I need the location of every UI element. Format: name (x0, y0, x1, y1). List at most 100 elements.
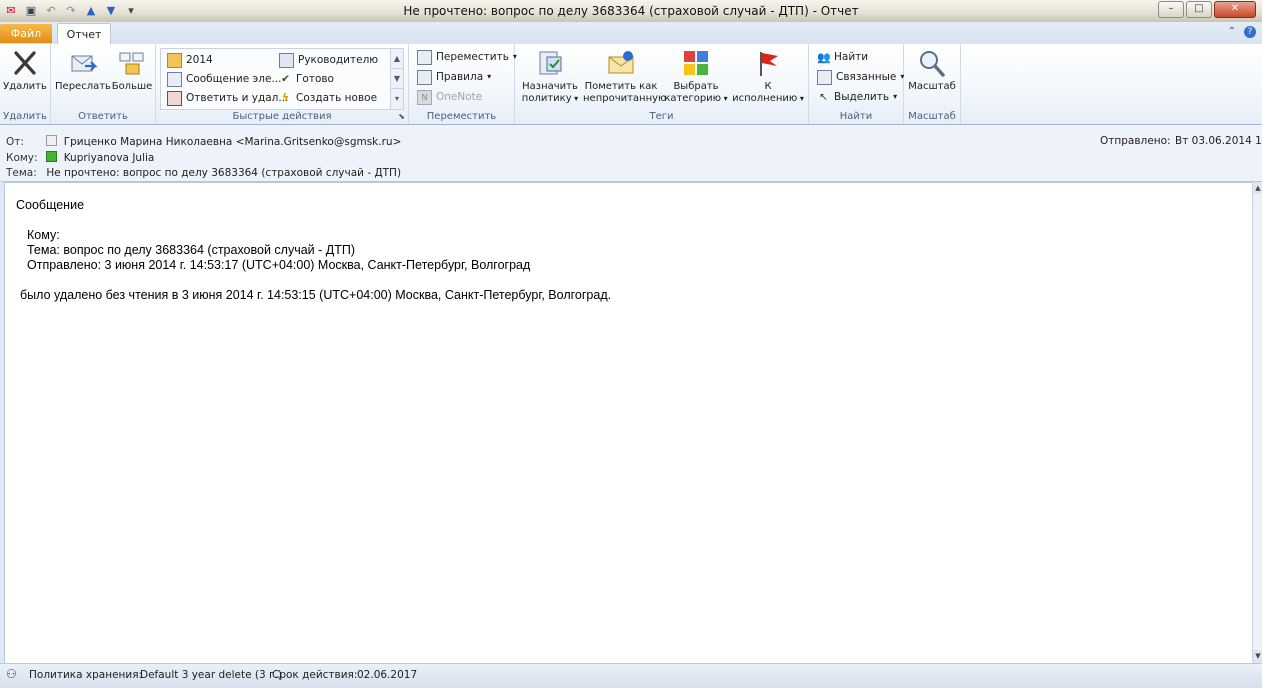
zoom-button[interactable]: Масштаб (906, 48, 958, 93)
magnifier-icon (920, 51, 945, 77)
from-label: От: (6, 136, 24, 148)
to-value[interactable]: Kupriyanova Julia (64, 152, 155, 164)
quick-steps-gallery: 2014 Руководителю Сообщение эле... ✔ Гот… (160, 48, 404, 110)
delete-group-label: Удалить (3, 111, 47, 122)
more-button[interactable]: Больше (111, 48, 153, 93)
onenote-icon: N (417, 89, 432, 105)
quick-step-label: Создать новое (296, 92, 378, 104)
move-group: Переместить ▾ Правила ▾ N OneNote Переме… (409, 44, 517, 124)
scroll-up-icon[interactable]: ▲ (391, 49, 403, 69)
quick-step-label: Ответить и удал... (186, 92, 289, 104)
quick-step-reply-delete[interactable]: Ответить и удал... (167, 90, 288, 106)
quick-step-done[interactable]: ✔ Готово (279, 71, 334, 87)
related-icon (817, 69, 832, 85)
find-button[interactable]: 👥 Найти (817, 49, 868, 65)
minimize-button[interactable]: – (1158, 1, 1184, 18)
presence-unknown-icon (46, 135, 58, 146)
dropdown-arrow-icon: ▾ (487, 72, 492, 81)
onenote-button[interactable]: N OneNote (417, 89, 482, 105)
minimize-ribbon-icon[interactable]: ⌃ (1228, 26, 1236, 38)
vertical-scrollbar[interactable]: ▲ ▼ (1252, 182, 1262, 662)
policy-icon (539, 51, 562, 75)
people-pane-icon[interactable]: ⚇ (6, 667, 17, 681)
rules-icon (417, 69, 432, 85)
mark-unread-label-1: Пометить как (584, 81, 658, 92)
ribbon-controls: ⌃ ? (1228, 26, 1256, 38)
expiry-label: Срок действия: (272, 669, 358, 681)
related-label: Связанные (836, 71, 897, 83)
scroll-down-icon[interactable]: ▼ (391, 69, 403, 89)
mark-unread-button[interactable]: Пометить как непрочитанную (583, 48, 666, 105)
forward-button[interactable]: Переслать (55, 48, 111, 93)
rules-button[interactable]: Правила ▾ (417, 69, 491, 85)
message-header: От: Гриценко Марина Николаевна <Marina.G… (0, 125, 1262, 182)
ribbon-tabs: Файл Отчет ⌃ ? (0, 22, 1262, 45)
more-button-label: Больше (111, 81, 153, 92)
move-label: Переместить (436, 51, 509, 63)
dropdown-arrow-icon: ▾ (571, 94, 579, 103)
assign-policy-label-1: Назначить (522, 81, 578, 92)
team-email-icon (167, 71, 182, 87)
followup-label-1: К (764, 81, 772, 92)
presence-online-icon (46, 151, 58, 162)
expiry-value: 02.06.2017 (357, 669, 418, 681)
zoom-group: Масштаб Масштаб (904, 44, 961, 124)
assign-policy-button[interactable]: Назначить политику ▾ (519, 48, 581, 105)
more-respond-icon (119, 52, 144, 75)
delete-button[interactable]: Удалить (2, 48, 48, 93)
quick-steps-group-label: Быстрые действия (232, 111, 332, 122)
quick-step-2014[interactable]: 2014 (167, 52, 213, 68)
quick-step-label: 2014 (186, 54, 213, 66)
quick-step-manager[interactable]: Руководителю (279, 52, 378, 68)
move-icon (417, 49, 432, 65)
status-bar: ⚇ Политика хранения: Default 3 year dele… (0, 663, 1262, 688)
quick-step-label: Руководителю (298, 54, 379, 66)
categorize-label-2: категорию (664, 93, 722, 104)
body-sent-line: Отправлено: 3 июня 2014 г. 14:53:17 (UTC… (27, 258, 531, 272)
related-button[interactable]: Связанные ▾ (817, 69, 904, 85)
title-bar: ✉ ▣ ↶ ↷ ▲ ▼ ▾ Не прочтено: вопрос по дел… (0, 0, 1262, 23)
window-controls: – □ ✕ (1158, 1, 1256, 18)
find-group: 👥 Найти Связанные ▾ ↖ Выделить ▾ Найти (809, 44, 904, 124)
from-value[interactable]: Гриценко Марина Николаевна <Marina.Grits… (64, 136, 402, 148)
quick-step-create-new[interactable]: ϟ Создать новое (279, 90, 377, 106)
respond-group-label: Ответить (78, 111, 128, 122)
scroll-down-icon[interactable]: ▼ (1253, 650, 1262, 662)
quick-step-team-email[interactable]: Сообщение эле... (167, 71, 281, 87)
quick-step-label: Готово (296, 73, 334, 85)
maximize-button[interactable]: □ (1186, 1, 1212, 18)
tab-report[interactable]: Отчет (57, 23, 111, 45)
people-icon: 👥 (817, 50, 831, 64)
mark-unread-label-2: непрочитанную (583, 93, 667, 104)
help-icon[interactable]: ? (1244, 26, 1256, 38)
zoom-button-label: Масштаб (908, 81, 956, 92)
followup-button[interactable]: К исполнению ▾ (731, 48, 805, 105)
move-button[interactable]: Переместить ▾ (417, 49, 517, 65)
scroll-up-icon[interactable]: ▲ (1253, 182, 1262, 194)
categorize-button[interactable]: Выбрать категорию ▾ (661, 48, 731, 105)
followup-label-2: исполнению (732, 93, 798, 104)
respond-group: Переслать Больше Ответить (51, 44, 156, 124)
onenote-label: OneNote (436, 91, 483, 103)
select-button[interactable]: ↖ Выделить ▾ (817, 89, 897, 105)
find-label: Найти (834, 51, 869, 63)
cursor-icon: ↖ (819, 90, 828, 103)
manager-forward-icon (279, 52, 294, 68)
tags-group: Назначить политику ▾ Пометить как непроч… (515, 44, 809, 124)
dropdown-arrow-icon: ▾ (721, 94, 728, 103)
quick-steps-group: 2014 Руководителю Сообщение эле... ✔ Гот… (156, 44, 409, 124)
window-title: Не прочтено: вопрос по делу 3683364 (стр… (403, 4, 859, 18)
find-group-label: Найти (839, 111, 873, 122)
message-body[interactable]: Сообщение Кому: Тема: вопрос по делу 368… (4, 182, 1254, 664)
expand-gallery-icon[interactable]: ▾ (391, 89, 403, 108)
forward-button-label: Переслать (55, 81, 111, 92)
sent-label: Отправлено: (1100, 135, 1171, 147)
delete-x-icon (14, 51, 36, 75)
close-button[interactable]: ✕ (1214, 1, 1256, 18)
tab-file[interactable]: Файл (0, 24, 52, 43)
dropdown-arrow-icon: ▾ (797, 94, 804, 103)
subject-label: Тема: (6, 167, 37, 179)
subject-row: Тема: Не прочтено: вопрос по делу 368336… (6, 167, 401, 179)
to-row: Кому: Kupriyanova Julia (6, 151, 154, 164)
body-heading: Сообщение (16, 198, 85, 212)
